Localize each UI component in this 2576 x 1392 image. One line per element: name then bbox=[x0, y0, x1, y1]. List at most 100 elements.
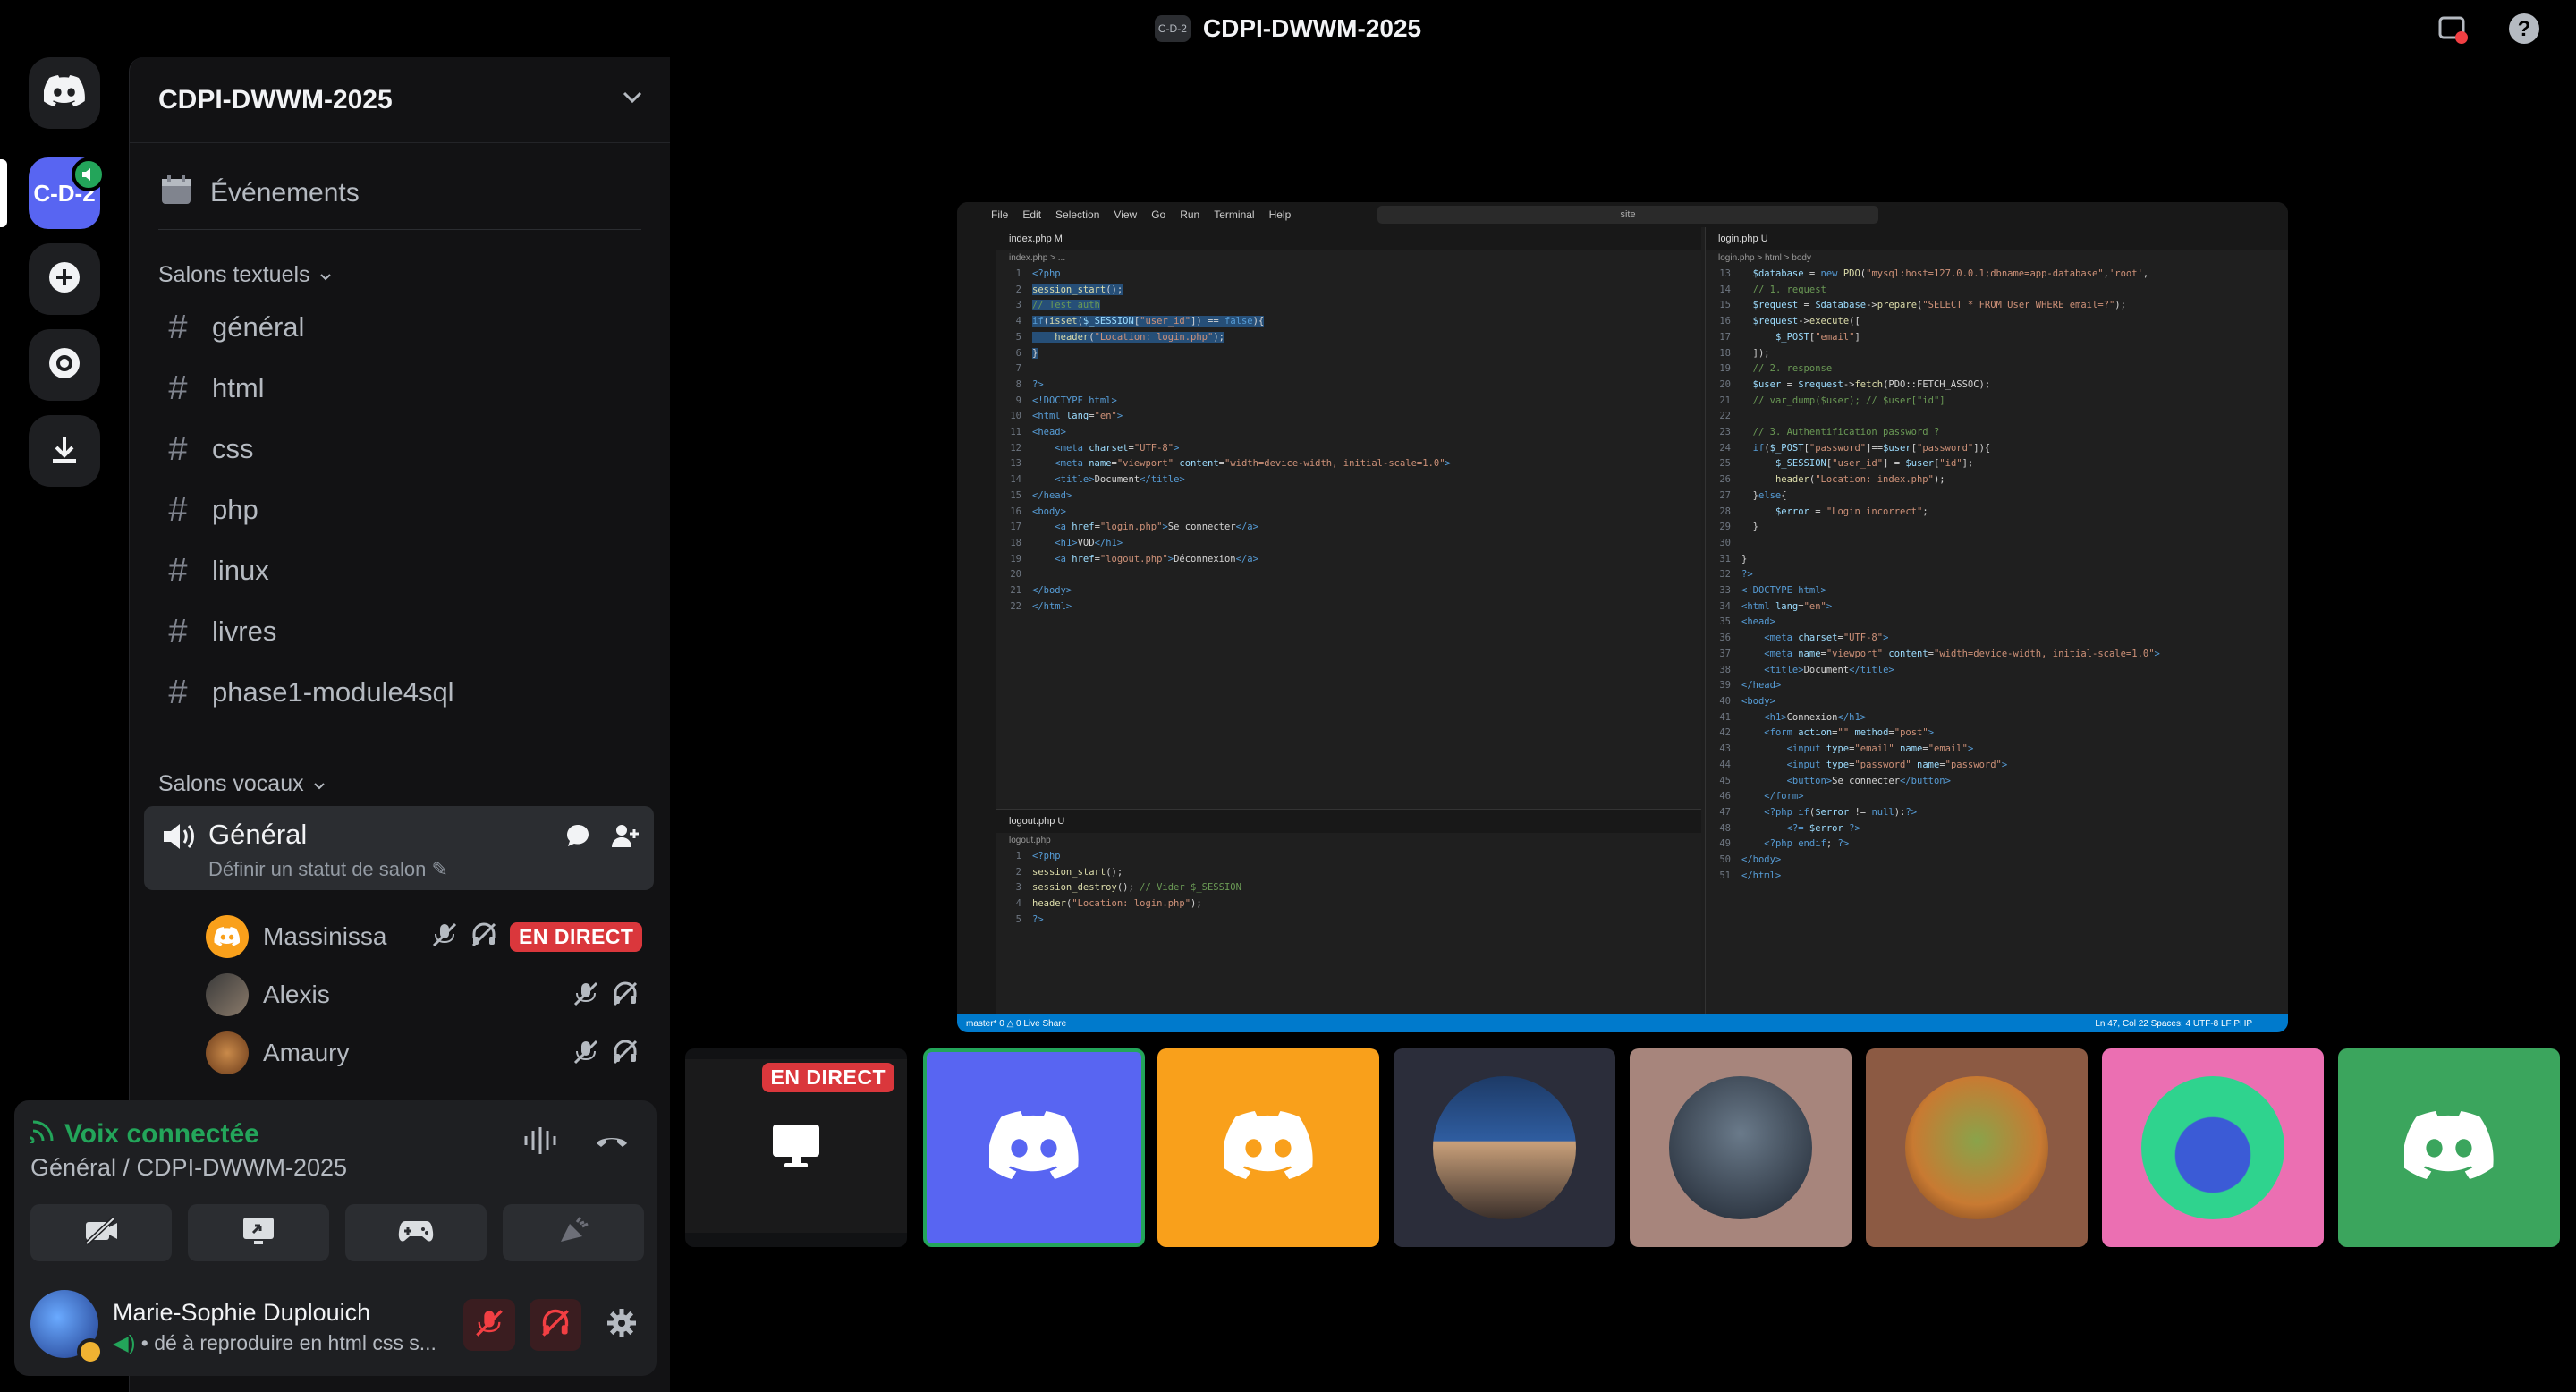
voice-location[interactable]: Général / CDPI-DWWM-2025 bbox=[30, 1154, 347, 1182]
tab-index: index.php M bbox=[1009, 233, 1063, 244]
avatar bbox=[1905, 1076, 2048, 1219]
voice-status-label: Voix connectée bbox=[64, 1119, 259, 1149]
add-server-button[interactable] bbox=[29, 243, 100, 315]
compass-icon bbox=[47, 346, 81, 385]
voice-user-name: Amaury bbox=[263, 1039, 350, 1066]
channel-label: php bbox=[212, 494, 258, 525]
activities-button[interactable] bbox=[345, 1204, 487, 1261]
headphones-off-icon bbox=[540, 1308, 571, 1343]
discord-logo-icon bbox=[2402, 1110, 2494, 1185]
voice-channel-general[interactable]: Général Définir un statut de salon ✎ bbox=[144, 806, 654, 890]
tile-participant[interactable] bbox=[2338, 1048, 2560, 1247]
mute-button[interactable] bbox=[463, 1299, 515, 1351]
menu-item: Edit bbox=[1022, 208, 1042, 221]
channel-label: html bbox=[212, 372, 265, 403]
inbox-icon[interactable] bbox=[2435, 11, 2470, 47]
pencil-icon: ✎ bbox=[431, 858, 448, 880]
muted-mic-icon bbox=[572, 1039, 599, 1070]
server-badge: C-D-2 bbox=[1154, 15, 1191, 42]
menu-item: File bbox=[991, 208, 1009, 221]
deafened-icon bbox=[612, 1039, 639, 1070]
voice-channels-category[interactable]: Salons vocaux bbox=[158, 771, 670, 797]
username[interactable]: Marie-Sophie Duplouich bbox=[113, 1299, 370, 1327]
tile-participant[interactable] bbox=[2102, 1048, 2324, 1247]
soundboard-icon bbox=[555, 1215, 591, 1252]
channel-css[interactable]: # css bbox=[157, 419, 654, 480]
download-icon bbox=[48, 433, 80, 470]
help-icon[interactable]: ? bbox=[2506, 11, 2542, 47]
channel-label: général bbox=[212, 311, 305, 343]
tile-participant[interactable] bbox=[1157, 1048, 1379, 1247]
avatar bbox=[206, 915, 249, 958]
events-button[interactable]: Événements bbox=[158, 157, 641, 230]
tile-participant[interactable] bbox=[1866, 1048, 2088, 1247]
breadcrumb: login.php > html > body bbox=[1718, 253, 1811, 263]
user-panel: Marie-Sophie Duplouich ◀) • dé à reprodu… bbox=[30, 1290, 648, 1367]
editor-index: index.php M index.php > ... 1 <?php 2 sess… bbox=[996, 227, 1701, 800]
disconnect-icon[interactable] bbox=[594, 1125, 630, 1160]
chevron-down-icon bbox=[319, 262, 332, 288]
soundboard-button[interactable] bbox=[503, 1204, 644, 1261]
channel-livres[interactable]: # livres bbox=[157, 601, 654, 662]
channel-label: phase1-module4sql bbox=[212, 676, 454, 708]
vscode-search: site bbox=[1377, 206, 1878, 224]
soundwave-icon[interactable] bbox=[522, 1125, 558, 1160]
channel-php[interactable]: # php bbox=[157, 480, 654, 540]
hashtag-icon: # bbox=[168, 490, 188, 529]
channel-status[interactable]: Définir un statut de salon ✎ bbox=[208, 858, 448, 881]
tab-logout: logout.php U bbox=[1009, 816, 1065, 827]
tile-participant[interactable] bbox=[1394, 1048, 1615, 1247]
category-label: Salons textuels bbox=[158, 262, 310, 287]
monitor-icon bbox=[770, 1122, 822, 1175]
idle-status-icon bbox=[77, 1338, 104, 1365]
avatar bbox=[1433, 1076, 1576, 1219]
tile-stream-preview[interactable]: EN DIRECT bbox=[685, 1048, 907, 1247]
direct-messages-button[interactable] bbox=[29, 57, 100, 129]
tile-participant[interactable] bbox=[1630, 1048, 1852, 1247]
menu-item: Run bbox=[1180, 208, 1200, 221]
hashtag-icon: # bbox=[168, 308, 188, 346]
voice-user-massinissa[interactable]: Massinissa bbox=[206, 911, 386, 963]
channel-html[interactable]: # html bbox=[157, 358, 654, 419]
guild-header[interactable]: CDPI-DWWM-2025 bbox=[130, 57, 670, 143]
camera-off-icon bbox=[83, 1216, 119, 1250]
voice-status[interactable]: Voix connectée bbox=[26, 1118, 259, 1150]
selected-server-indicator bbox=[0, 159, 7, 227]
voice-user-amaury[interactable]: Amaury bbox=[206, 1027, 349, 1079]
voice-speaker-icon bbox=[72, 157, 106, 191]
speaker-small-icon: ◀) bbox=[113, 1331, 141, 1354]
voice-user-alexis[interactable]: Alexis bbox=[206, 969, 330, 1021]
vscode-statusbar: master* 0 △ 0 Live Share Ln 47, Col 22 S… bbox=[957, 1014, 2288, 1032]
text-channels-category[interactable]: Salons textuels bbox=[158, 262, 670, 288]
channel-phase1-module4sql[interactable]: # phase1-module4sql bbox=[157, 662, 654, 723]
voice-user-name: Massinissa bbox=[263, 922, 387, 950]
channel-linux[interactable]: # linux bbox=[157, 540, 654, 601]
invite-user-icon[interactable] bbox=[611, 822, 640, 853]
muted-mic-icon bbox=[431, 921, 458, 953]
camera-off-button[interactable] bbox=[30, 1204, 172, 1261]
tab-login: login.php U bbox=[1718, 233, 1768, 244]
code-login: 13 $database = new PDO("mysql:host=127.0… bbox=[1719, 268, 2160, 881]
avatar bbox=[2141, 1076, 2284, 1219]
signal-icon bbox=[26, 1118, 55, 1150]
svg-text:?: ? bbox=[2518, 17, 2531, 41]
hashtag-icon: # bbox=[168, 673, 188, 711]
chat-bubble-icon[interactable] bbox=[564, 822, 591, 853]
category-label: Salons vocaux bbox=[158, 771, 304, 796]
screen-share-icon bbox=[241, 1215, 276, 1252]
menu-item: View bbox=[1114, 208, 1138, 221]
guild-name: CDPI-DWWM-2025 bbox=[158, 84, 393, 115]
deafen-button[interactable] bbox=[530, 1299, 581, 1351]
tile-participant-speaking[interactable] bbox=[923, 1048, 1145, 1247]
code-logout: 1 <?php 2 session_start(); 3 session_destro… bbox=[1015, 851, 1241, 925]
download-apps-button[interactable] bbox=[29, 415, 100, 487]
gamepad-icon bbox=[398, 1218, 434, 1249]
menu-item: Go bbox=[1151, 208, 1166, 221]
channel-general[interactable]: # général bbox=[157, 297, 654, 358]
voice-connection-panel: Voix connectée Général / CDPI-DWWM-2025 … bbox=[14, 1100, 657, 1376]
user-settings-button[interactable] bbox=[596, 1299, 648, 1351]
screen-share-stream[interactable]: File Edit Selection View Go Run Terminal… bbox=[957, 202, 2288, 1032]
voice-user-name: Alexis bbox=[263, 980, 330, 1008]
screen-share-button[interactable] bbox=[188, 1204, 329, 1261]
discover-button[interactable] bbox=[29, 329, 100, 401]
